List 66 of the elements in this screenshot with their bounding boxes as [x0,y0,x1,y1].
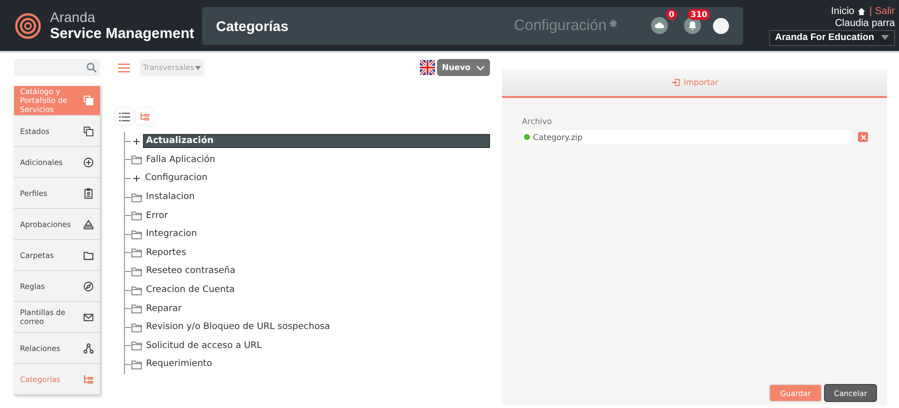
tree-icon [139,112,150,122]
tree-node[interactable]: Revision y/o Bloqueo de URL sospechosa [144,321,490,334]
folder-icon [131,266,143,277]
file-field[interactable]: Category.zip [522,130,851,144]
separator: | [869,6,872,16]
copy-icon [83,126,94,136]
gear-icon [608,19,618,28]
page-title: Categorías [216,18,290,34]
home-link[interactable]: Inicio [831,6,854,16]
import-icon [670,78,680,87]
bell-icon [687,20,698,31]
tree-icon [83,374,94,384]
list-view-button[interactable] [116,108,133,125]
logo-icon [14,12,42,40]
tree-node[interactable]: Falla Aplicación [144,154,490,166]
tree-node[interactable]: Error [144,210,490,222]
tree-node[interactable]: Integracion [144,228,490,240]
tree-node[interactable]: Configuracion [143,172,490,184]
home-icon[interactable] [857,6,866,16]
folder-icon [131,322,143,333]
brand-subtitle: Service Management [50,26,194,42]
search-field[interactable] [14,59,100,76]
field-label: Archivo [522,117,553,126]
folder-icon [131,284,143,296]
search-icon [86,62,97,73]
new-button[interactable]: Nuevo [437,59,490,76]
tree-node[interactable]: Solicitud de acceso a URL [144,340,490,352]
tree-node[interactable]: Reparar [144,302,490,315]
folder-icon [131,210,143,222]
folder-icon [131,247,143,258]
tree-node[interactable]: Creacion de Cuenta [144,284,490,296]
cloud-icon [654,20,666,31]
folder-icon [131,192,143,203]
plus-circle-icon [83,156,94,168]
section-title: Configuración [514,17,607,34]
network-icon [83,342,94,354]
brand-name: Aranda [50,8,96,26]
notification-badge: 0 [666,9,678,20]
compass-icon [83,280,94,292]
tree-node[interactable]: Instalacion [144,191,490,204]
notification-badge: 310 [688,9,710,20]
avatar[interactable] [713,18,730,34]
remove-button[interactable] [858,132,868,142]
chevron-down-icon [476,64,485,70]
logout-link[interactable]: Salir [874,6,895,16]
menu-icon[interactable] [118,62,130,72]
folder-icon [131,154,143,166]
close-icon [860,134,866,140]
envelope-icon [83,312,94,322]
project-select[interactable]: Aranda For Education [769,30,895,46]
folder-icon [131,358,143,370]
plus-icon[interactable] [133,138,140,145]
folder-icon [83,250,94,260]
plus-icon[interactable] [133,174,140,182]
folder-icon [131,228,143,240]
tree-node[interactable]: Reseteo contraseña [144,265,490,278]
tree-node[interactable]: Requerimiento [144,358,490,370]
cloud-button[interactable] [651,17,668,34]
folder-icon [131,303,143,314]
flag-icon[interactable] [420,60,435,75]
tree-node[interactable]: Reportes [144,246,490,259]
user-name: Claudia parra [834,18,895,28]
list-icon [119,112,130,122]
tree-node[interactable]: Actualización [143,134,490,148]
folder-icon [131,340,143,352]
copy-icon [83,95,94,106]
